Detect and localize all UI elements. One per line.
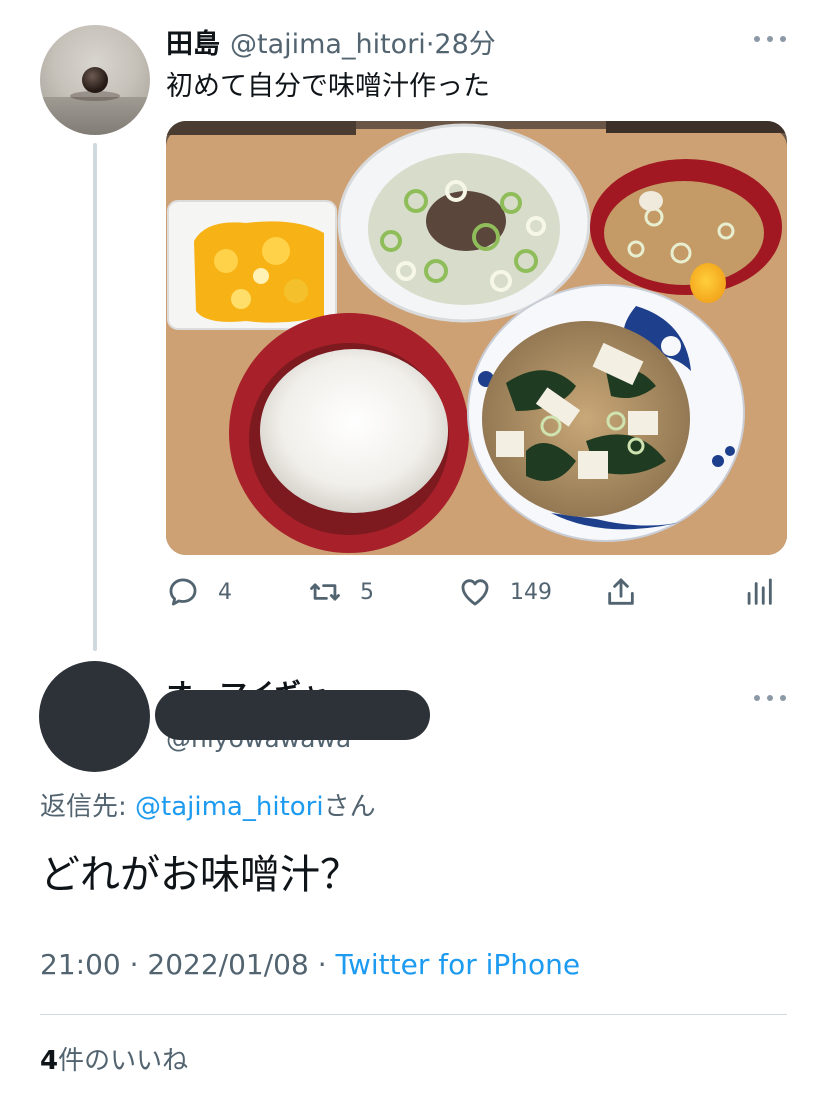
- tweet-header: 田島 @tajima_hitori · 28分: [166, 22, 496, 61]
- divider: [40, 1014, 787, 1015]
- reply-to-mention[interactable]: @tajima_hitori: [135, 792, 324, 822]
- share-action[interactable]: [604, 572, 638, 612]
- reply-source[interactable]: Twitter for iPhone: [336, 948, 581, 981]
- like-action[interactable]: 149: [458, 572, 552, 612]
- author-avatar[interactable]: [40, 25, 150, 135]
- retweet-count: 5: [360, 579, 374, 605]
- author-display-name[interactable]: 田島: [166, 22, 220, 61]
- reply-author-avatar[interactable]: [39, 661, 150, 772]
- reply-text: どれがお味噌汁？: [40, 852, 360, 898]
- tweet-actions: 4 5 149: [166, 572, 787, 612]
- reply-time[interactable]: 21:00: [40, 948, 121, 981]
- retweet-action[interactable]: 5: [308, 572, 374, 612]
- meta-separator-1: ·: [120, 948, 148, 981]
- reply-count: 4: [218, 579, 232, 605]
- reply-likes-label: 件のいいね: [58, 1046, 189, 1076]
- avatar-ball: [82, 67, 108, 93]
- analytics-action[interactable]: [742, 572, 776, 612]
- share-icon: [608, 578, 634, 605]
- avatar-floor: [40, 97, 150, 135]
- replying-to: 返信先: @tajima_hitoriさん: [40, 786, 376, 823]
- heart-icon: [461, 579, 489, 606]
- tweet-time[interactable]: 28分: [434, 22, 495, 61]
- thread-line: [93, 143, 97, 651]
- reply-to-suffix: さん: [323, 792, 376, 822]
- reply-to-prefix: 返信先:: [40, 792, 136, 822]
- reply-likes[interactable]: 4件のいいね: [40, 1040, 188, 1077]
- redaction-bar: [155, 690, 430, 740]
- meta-separator-2: ·: [308, 948, 336, 981]
- reply-action[interactable]: 4: [166, 572, 232, 612]
- tweet-text: 初めて自分で味噌汁作った: [166, 71, 490, 102]
- more-options-icon[interactable]: [754, 32, 786, 46]
- reply-more-options-icon[interactable]: [754, 691, 786, 705]
- reply-icon: [169, 578, 197, 606]
- retweet-icon: [310, 583, 340, 601]
- reply-meta: 21:00 · 2022/01/08 · Twitter for iPhone: [40, 948, 580, 981]
- header-separator: ·: [425, 29, 435, 60]
- tweet-photo[interactable]: [166, 121, 787, 555]
- reply-likes-count: 4: [40, 1046, 59, 1076]
- author-handle[interactable]: @tajima_hitori: [230, 29, 426, 60]
- reply-date[interactable]: 2022/01/08: [147, 948, 308, 981]
- analytics-icon: [747, 578, 772, 605]
- like-count: 149: [510, 579, 552, 605]
